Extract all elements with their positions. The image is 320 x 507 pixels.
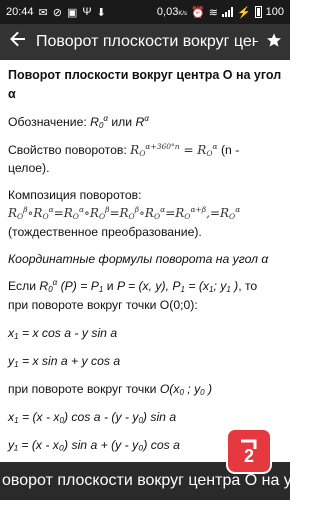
article-heading: Поворот плоскости вокруг центра O на уго… bbox=[8, 68, 282, 101]
article-content: Поворот плоскости вокруг центра O на уго… bbox=[0, 60, 290, 470]
arrow-left-icon bbox=[10, 31, 26, 53]
wifi-icon: ≋ bbox=[208, 6, 218, 19]
svg-text:2: 2 bbox=[244, 446, 254, 465]
charging-icon: ⚡ bbox=[236, 6, 251, 19]
status-bar: 20:44 ✉ ⊘ ▣ Ψ ⬇ 0,03K/s ⏰ ≋ ⚡ 100 bbox=[0, 0, 290, 24]
property-line: Свойство поворотов: ROα+360°n = ROα (n -… bbox=[8, 141, 240, 175]
formula-x1: x1 = x cos a - y sin a bbox=[8, 325, 118, 341]
composition-line: Композиция поворотов: ROβ∘ROα=ROα∘ROβ=RO… bbox=[8, 188, 241, 239]
blocked-icon: ⊘ bbox=[52, 6, 62, 19]
notation-ra: Rα bbox=[135, 113, 149, 129]
formula-y1: y1 = x sin a + y cos a bbox=[8, 353, 121, 369]
star-icon bbox=[266, 32, 282, 53]
message-icon: ✉ bbox=[38, 6, 48, 19]
favorite-button[interactable] bbox=[258, 24, 290, 60]
notation-r0a: R0α bbox=[90, 113, 108, 130]
app-logo-icon[interactable]: 2 bbox=[228, 430, 270, 472]
battery-level: 100 bbox=[265, 6, 284, 18]
coord-heading: Координатные формулы поворота на угол α bbox=[8, 251, 269, 266]
image-icon: ▣ bbox=[66, 6, 78, 19]
back-button[interactable] bbox=[0, 24, 36, 60]
if-line: Если R0α (P) = P1 и P = (x, y), P1 = (x1… bbox=[8, 278, 258, 313]
usb-icon: Ψ bbox=[82, 6, 92, 18]
alarm-icon: ⏰ bbox=[191, 6, 205, 19]
download-icon: ⬇ bbox=[96, 6, 106, 19]
battery-icon bbox=[254, 6, 262, 18]
formula-x1b: x1 = (x - x0) cos a - (y - y0) sin a bbox=[8, 409, 177, 425]
signal-icon bbox=[221, 7, 233, 17]
clock: 20:44 bbox=[6, 6, 34, 18]
bottom-edge bbox=[0, 500, 290, 507]
composition-formula: ROβ∘ROα=ROα∘ROβ=ROβ∘ROα=ROα+β,=ROα bbox=[8, 205, 241, 222]
property-formula: ROα+360°n = ROα bbox=[130, 141, 218, 158]
notation-line: Обозначение: R0α или Rα bbox=[8, 113, 149, 130]
app-bar: Поворот плоскости вокруг центра bbox=[0, 24, 290, 60]
rotation-point-line: при повороте вокруг точки O(x0 ; y0 ) bbox=[8, 381, 213, 397]
page-title: Поворот плоскости вокруг центра bbox=[36, 33, 258, 50]
network-speed: 0,03K/s bbox=[156, 6, 188, 18]
